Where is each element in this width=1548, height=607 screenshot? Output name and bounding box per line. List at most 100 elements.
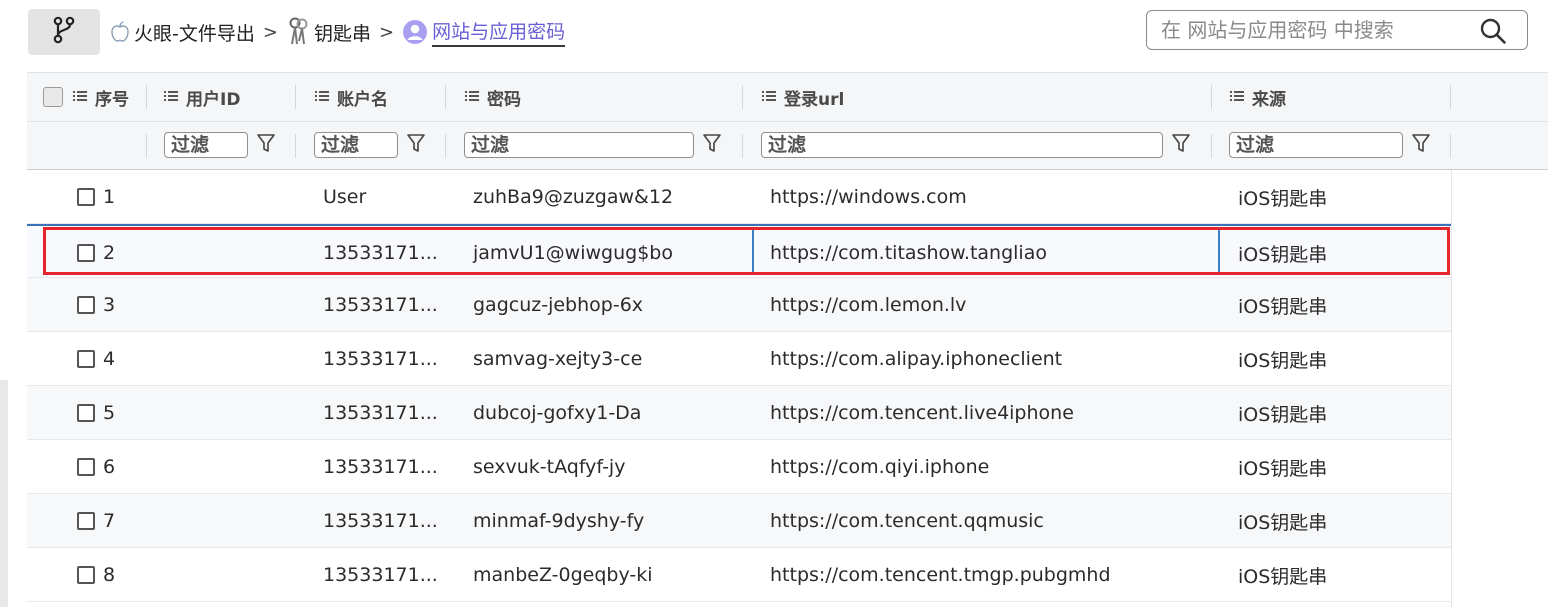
column-divider (742, 134, 743, 158)
cell-password: manbeZ-0geqby-ki (473, 564, 653, 586)
row-checkbox[interactable] (77, 350, 95, 368)
column-header-login-url[interactable]: 登录url (762, 73, 844, 121)
filter-input[interactable] (314, 132, 398, 158)
column-menu-icon[interactable] (73, 87, 87, 107)
cell-login-url: https://com.tencent.live4iphone (770, 402, 1074, 424)
user-avatar-icon (402, 19, 428, 45)
table-row[interactable]: 6 13533171... sexvuk-tAqfyf-jy https://c… (27, 440, 1451, 494)
column-menu-icon[interactable] (1230, 87, 1244, 107)
column-divider[interactable] (742, 85, 743, 109)
row-checkbox[interactable] (77, 244, 95, 262)
cell-account: 13533171... (323, 456, 438, 478)
data-table: 序号 用户ID 账户名 密码 登录url 来源 过滤 过滤 过滤 过滤 过滤 1… (27, 72, 1548, 607)
column-divider[interactable] (295, 85, 296, 109)
cell-password: zuhBa9@zuzgaw&12 (473, 186, 674, 208)
cell-account: 13533171... (323, 348, 438, 370)
filter-password (464, 130, 734, 160)
cell-login-url: https://windows.com (770, 186, 967, 208)
toolbar: 火眼-文件导出 > 钥匙串 > 网站与应用密码 (0, 0, 1548, 62)
row-checkbox[interactable] (77, 296, 95, 314)
apple-icon (110, 21, 130, 43)
row-index: 6 (103, 456, 116, 478)
filter-user-id (164, 130, 284, 160)
column-menu-icon[interactable] (465, 87, 479, 107)
column-header-source[interactable]: 来源 (1230, 73, 1286, 121)
cell-source: iOS钥匙串 (1238, 565, 1328, 588)
row-index: 7 (103, 510, 116, 532)
row-checkbox[interactable] (77, 188, 95, 206)
column-header-index[interactable]: 序号 (43, 73, 129, 121)
cell-source: iOS钥匙串 (1238, 295, 1328, 318)
cell-account: 13533171... (323, 242, 438, 264)
filter-icon[interactable] (406, 132, 426, 158)
column-menu-icon[interactable] (164, 87, 178, 107)
filter-input[interactable] (761, 132, 1163, 158)
column-header-password[interactable]: 密码 (465, 73, 521, 121)
column-divider[interactable] (1450, 85, 1451, 109)
breadcrumb-item-website-passwords[interactable]: 网站与应用密码 (402, 17, 566, 47)
left-scrollbar[interactable] (0, 380, 8, 607)
cell-login-url: https://com.titashow.tangliao (770, 242, 1047, 264)
table-right-edge (1451, 170, 1452, 607)
cell-account: 13533171... (323, 402, 438, 424)
cell-source: iOS钥匙串 (1238, 511, 1328, 534)
cell-password: gagcuz-jebhop-6x (473, 294, 644, 316)
column-divider (295, 134, 296, 158)
filter-icon[interactable] (702, 132, 722, 158)
table-row[interactable]: 7 13533171... minmaf-9dyshy-fy https://c… (27, 494, 1451, 548)
filter-input[interactable] (1229, 132, 1403, 158)
cell-account: 13533171... (323, 294, 438, 316)
cell-login-url: https://com.lemon.lv (770, 294, 967, 316)
table-row-selected[interactable]: 2 13533171... jamvU1@wiwgug$bo https://c… (27, 224, 1451, 278)
breadcrumb-separator: > (378, 21, 395, 43)
filter-row (27, 122, 1548, 170)
breadcrumb-label: 网站与应用密码 (432, 17, 566, 47)
row-checkbox[interactable] (77, 512, 95, 530)
column-menu-icon[interactable] (762, 87, 776, 107)
column-divider[interactable] (146, 85, 147, 109)
search-input[interactable] (1161, 17, 1433, 43)
table-header: 序号 用户ID 账户名 密码 登录url 来源 (27, 72, 1548, 122)
row-checkbox[interactable] (77, 404, 95, 422)
cell-source: iOS钥匙串 (1238, 349, 1328, 372)
cell-password: minmaf-9dyshy-fy (473, 510, 645, 532)
branch-icon (51, 16, 77, 48)
select-all-checkbox[interactable] (43, 87, 63, 107)
column-label: 用户ID (186, 89, 241, 110)
row-index: 3 (103, 294, 116, 316)
column-divider[interactable] (445, 85, 446, 109)
filter-icon[interactable] (256, 132, 276, 158)
column-label: 序号 (95, 89, 129, 110)
row-index: 2 (103, 242, 116, 264)
column-divider[interactable] (1211, 85, 1212, 109)
column-header-user-id[interactable]: 用户ID (164, 73, 240, 121)
row-index: 1 (103, 186, 116, 208)
search-box (1146, 10, 1528, 50)
filter-icon[interactable] (1171, 132, 1191, 158)
filter-input[interactable] (464, 132, 694, 158)
column-menu-icon[interactable] (315, 87, 329, 107)
focused-cell-border (1218, 230, 1220, 274)
search-icon[interactable] (1479, 17, 1507, 49)
cell-password: jamvU1@wiwgug$bo (473, 242, 673, 264)
filter-icon[interactable] (1411, 132, 1431, 158)
branch-button[interactable] (28, 9, 100, 55)
table-row[interactable]: 8 13533171... manbeZ-0geqby-ki https://c… (27, 548, 1451, 602)
breadcrumb-label: 火眼-文件导出 (134, 22, 255, 45)
table-row[interactable]: 1 User zuhBa9@zuzgaw&12 https://windows.… (27, 170, 1451, 224)
cell-account: 13533171... (323, 510, 438, 532)
row-index: 4 (103, 348, 116, 370)
row-checkbox[interactable] (77, 566, 95, 584)
focused-cell-border (752, 230, 754, 274)
breadcrumb-item-keychain[interactable]: 钥匙串 (286, 17, 371, 47)
filter-input[interactable] (164, 132, 248, 158)
table-row[interactable]: 4 13533171... samvag-xejty3-ce https://c… (27, 332, 1451, 386)
cell-source: iOS钥匙串 (1238, 187, 1328, 210)
row-checkbox[interactable] (77, 458, 95, 476)
column-header-account[interactable]: 账户名 (315, 73, 388, 121)
table-row[interactable]: 3 13533171... gagcuz-jebhop-6x https://c… (27, 278, 1451, 332)
table-row[interactable]: 5 13533171... dubcoj-gofxy1-Da https://c… (27, 386, 1451, 440)
breadcrumb-item-export[interactable]: 火眼-文件导出 (110, 19, 255, 46)
cell-source: iOS钥匙串 (1238, 457, 1328, 480)
column-label: 登录url (784, 89, 845, 110)
